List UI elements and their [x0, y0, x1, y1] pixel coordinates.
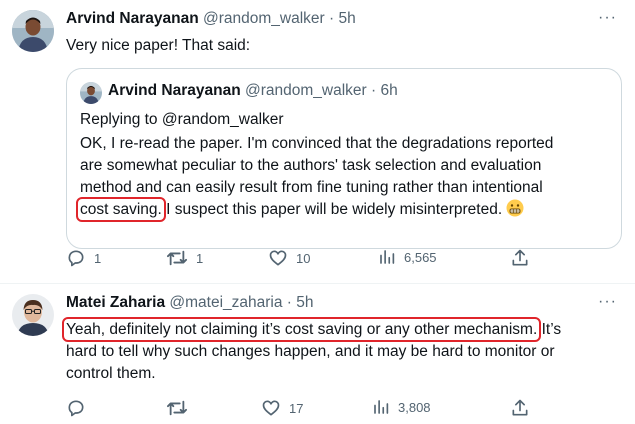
quote-line: method and can easily result from fine t…: [80, 179, 543, 196]
author-handle[interactable]: @matei_zaharia: [169, 294, 282, 311]
author-handle: @random_walker: [244, 82, 367, 99]
author-handle[interactable]: @random_walker: [203, 10, 325, 27]
views-icon: [374, 400, 389, 414]
quote-header: Arvind Narayanan @random_walker · 6h: [108, 82, 398, 100]
share-button[interactable]: [510, 248, 530, 268]
author-name[interactable]: Arvind Narayanan: [66, 10, 199, 27]
retweet-icon: [167, 250, 187, 266]
replying-to: Replying to @random_walker: [80, 111, 284, 128]
share-icon: [512, 399, 528, 416]
share-icon: [512, 249, 528, 266]
timestamp[interactable]: 5h: [296, 294, 313, 311]
quote-text: OK, I re-read the paper. I'm convinced t…: [76, 133, 620, 224]
tweet-line: hard to tell why such changes happen, an…: [66, 343, 555, 360]
reply-icon: [68, 400, 84, 417]
quote-line-rest: I suspect this paper will be widely misi…: [161, 201, 503, 218]
action-bar: 1 1 10 6,565: [66, 248, 536, 272]
retweet-button[interactable]: [166, 398, 196, 418]
author-name: Arvind Narayanan: [108, 82, 241, 99]
separator-dot: ·: [286, 294, 292, 311]
share-button[interactable]: [510, 398, 530, 418]
reply-button[interactable]: 1: [66, 248, 101, 268]
separator-dot: ·: [371, 82, 377, 99]
grimacing-face-icon: [506, 199, 524, 224]
action-bar: 17 3,808: [66, 398, 536, 422]
reply-count: 1: [94, 250, 102, 266]
tweet[interactable]: Matei Zaharia @matei_zaharia · 5h ··· Ye…: [0, 284, 635, 424]
highlight-box: cost saving.: [76, 197, 166, 222]
views-icon: [380, 250, 395, 264]
tweet-line: control them.: [66, 365, 156, 382]
quoted-tweet[interactable]: Arvind Narayanan @random_walker · 6h Rep…: [66, 68, 622, 249]
retweet-count: 1: [196, 250, 204, 266]
more-options-button[interactable]: ···: [598, 9, 617, 27]
tweet-line: Yeah, definitely not claiming it’s cost …: [61, 317, 626, 342]
tweet-header: Arvind Narayanan @random_walker · 5h: [66, 10, 356, 28]
avatar: [80, 82, 102, 104]
heart-icon: [269, 250, 287, 266]
heart-icon: [262, 400, 280, 416]
tweet-text: Very nice paper! That said:: [66, 37, 251, 54]
separator-dot: ·: [329, 10, 335, 27]
views-button[interactable]: 3,808: [372, 398, 431, 416]
avatar[interactable]: [12, 294, 54, 336]
like-count: 10: [296, 250, 311, 266]
quote-line: are somewhat peculiar to the authors' ta…: [80, 157, 542, 174]
timestamp[interactable]: 5h: [338, 10, 355, 27]
reply-button[interactable]: [66, 398, 94, 418]
avatar-photo: [12, 10, 54, 52]
tweet-text: Yeah, definitely not claiming it’s cost …: [61, 317, 626, 385]
avatar[interactable]: [12, 10, 54, 52]
views-button[interactable]: 6,565: [378, 248, 437, 266]
tweet-line-rest: It’s: [537, 321, 562, 338]
quote-line: OK, I re-read the paper. I'm convinced t…: [80, 135, 554, 152]
avatar-photo: [12, 294, 54, 336]
retweet-icon: [167, 400, 187, 416]
highlight-box: Yeah, definitely not claiming it’s cost …: [61, 317, 542, 342]
author-name[interactable]: Matei Zaharia: [66, 294, 165, 311]
view-count: 3,808: [398, 399, 431, 415]
more-options-button[interactable]: ···: [598, 293, 617, 311]
like-button[interactable]: 10: [268, 248, 310, 268]
tweet-header: Matei Zaharia @matei_zaharia · 5h: [66, 294, 314, 312]
retweet-button[interactable]: 1: [166, 248, 203, 268]
timestamp: 6h: [380, 82, 398, 99]
tweet[interactable]: Arvind Narayanan @random_walker · 5h ···…: [0, 0, 635, 283]
view-count: 6,565: [404, 249, 437, 265]
reply-icon: [68, 250, 84, 267]
quote-line: cost saving. I suspect this paper will b…: [76, 197, 620, 224]
like-button[interactable]: 17: [261, 398, 303, 418]
like-count: 17: [289, 400, 304, 416]
avatar-photo: [80, 82, 102, 104]
